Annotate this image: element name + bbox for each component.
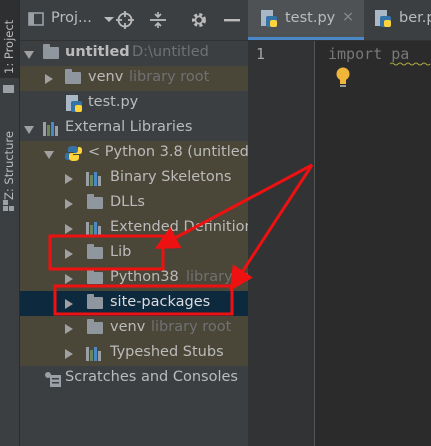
annotation-box-site-packages xyxy=(53,284,234,316)
annotation-overlay xyxy=(48,163,314,316)
annotation-box-lib xyxy=(48,234,165,271)
annotation-arrow-site-packages xyxy=(229,164,314,292)
annotation-arrow-lib xyxy=(154,163,313,249)
